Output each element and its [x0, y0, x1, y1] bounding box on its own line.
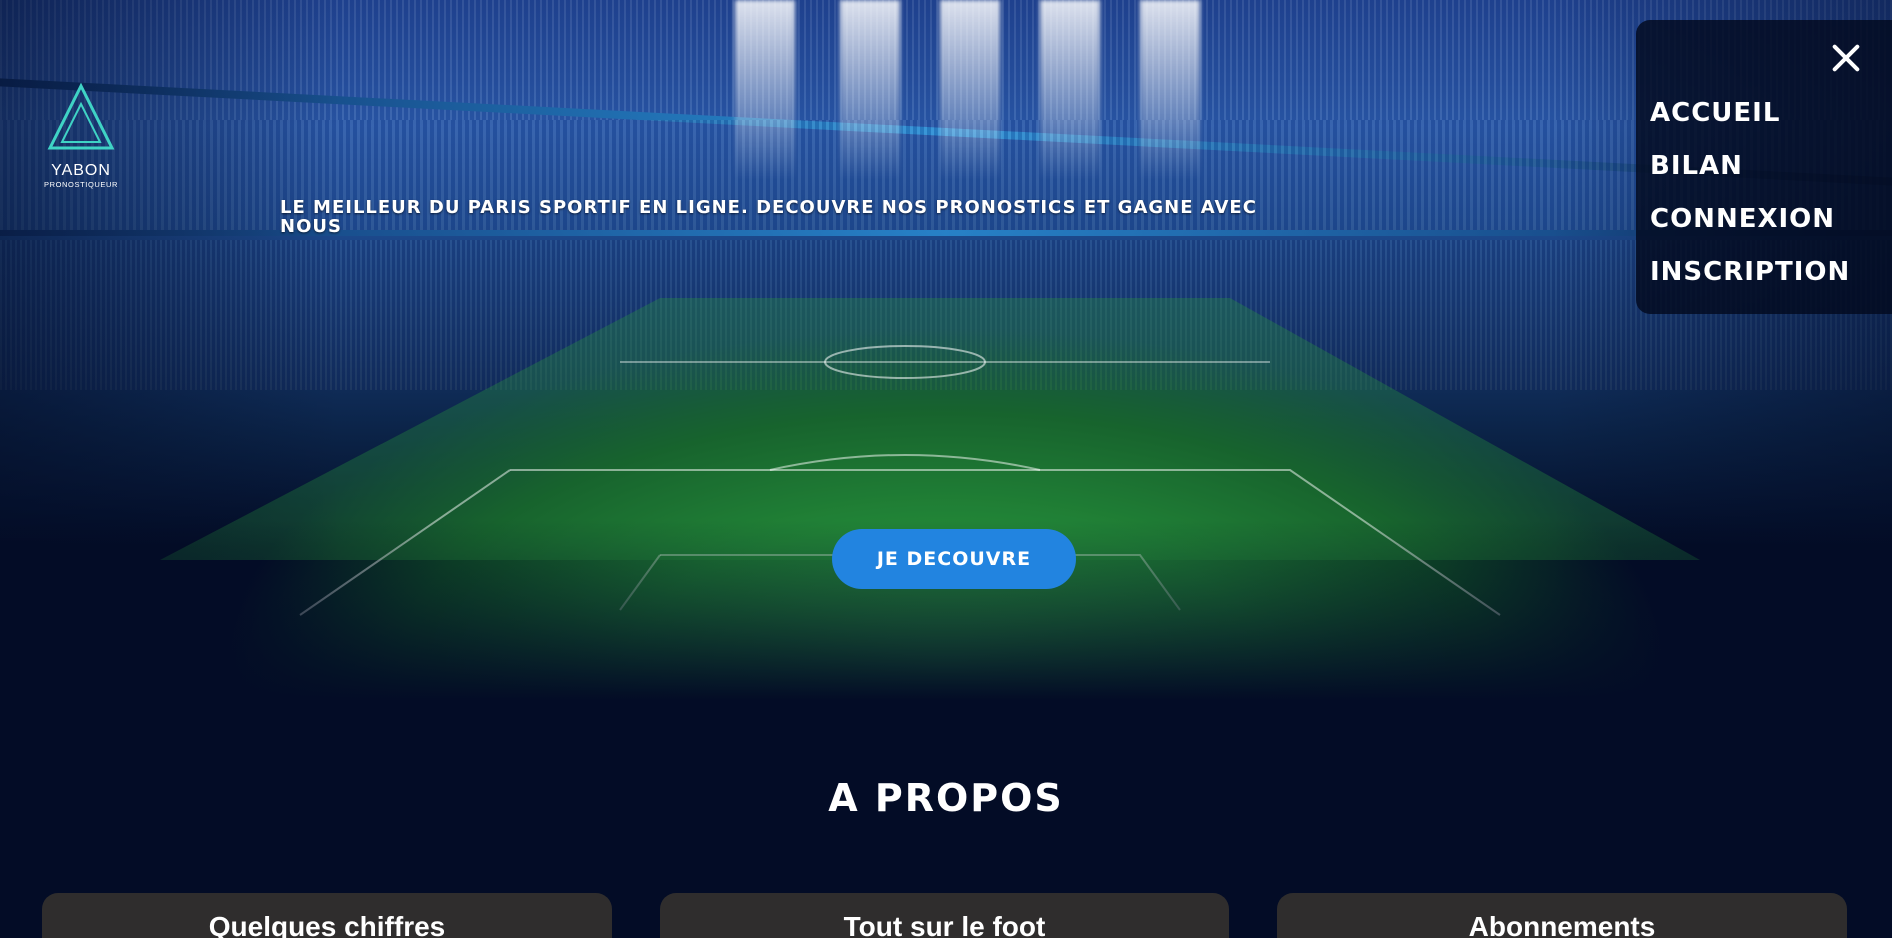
card-title: Quelques chiffres	[208, 911, 446, 938]
hero-stadium-background	[0, 0, 1892, 700]
card-quelques-chiffres[interactable]: Quelques chiffres	[42, 893, 612, 938]
brand-logo[interactable]: YABON PRONOSTIQUEUR	[38, 82, 124, 190]
menu-item-bilan[interactable]: BILAN	[1650, 151, 1743, 181]
triangle-logo-icon	[47, 82, 115, 150]
menu-item-accueil[interactable]: ACCUEIL	[1650, 98, 1780, 128]
about-title: A PROPOS	[828, 776, 1064, 820]
menu-item-connexion[interactable]: CONNEXION	[1650, 204, 1835, 234]
page: YABON PRONOSTIQUEUR Le meilleur du paris…	[0, 0, 1892, 938]
card-title: Tout sur le foot	[843, 911, 1046, 938]
card-abonnements[interactable]: Abonnements	[1277, 893, 1847, 938]
hero-tagline: Le meilleur du paris sportif en ligne. D…	[280, 197, 1257, 237]
menu-item-inscription[interactable]: INSCRIPTION	[1650, 257, 1850, 287]
card-title: Abonnements	[1468, 911, 1656, 938]
brand-name: YABON	[51, 162, 111, 179]
brand-subtitle: PRONOSTIQUEUR	[43, 180, 119, 189]
close-icon[interactable]	[1826, 38, 1866, 78]
discover-button[interactable]: Je decouvre	[832, 529, 1076, 589]
card-tout-sur-le-foot[interactable]: Tout sur le foot	[660, 893, 1229, 938]
